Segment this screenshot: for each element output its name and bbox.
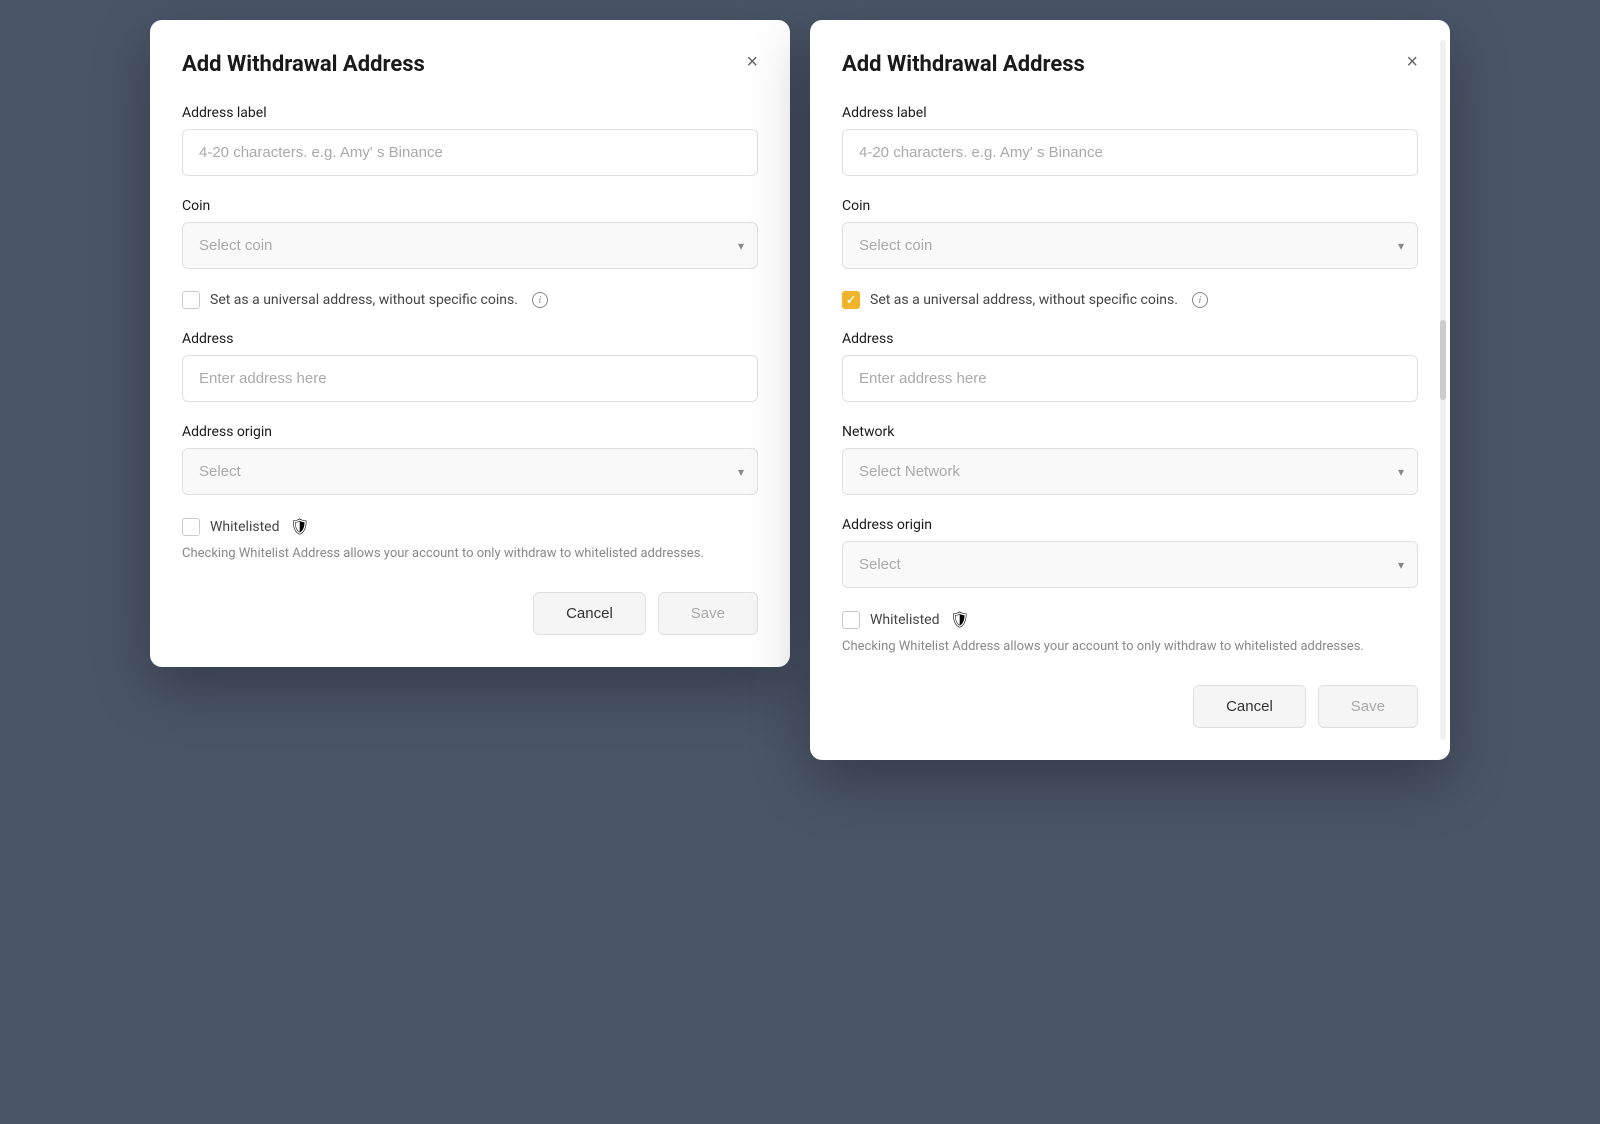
modal-left-footer: Cancel Save [182, 592, 758, 635]
address-origin-label-left: Address origin [182, 424, 758, 440]
coin-group-right: Coin Select coin ▾ [842, 198, 1418, 269]
universal-info-icon-left[interactable]: i [532, 292, 548, 308]
address-origin-select-wrapper-right: Select ▾ [842, 541, 1418, 588]
address-origin-label-right: Address origin [842, 517, 1418, 533]
address-label-field-label-right: Address label [842, 105, 1418, 121]
address-field-label-right: Address [842, 331, 1418, 347]
shield-icon-left: 🛡 [289, 517, 309, 536]
coin-select-wrapper-left: Select coin ▾ [182, 222, 758, 269]
modal-right-footer: Cancel Save [842, 685, 1418, 728]
address-group-right: Address [842, 331, 1418, 402]
coin-select-left[interactable]: Select coin [182, 222, 758, 269]
address-group-left: Address [182, 331, 758, 402]
universal-checkbox-right[interactable] [842, 291, 860, 309]
cancel-button-left[interactable]: Cancel [533, 592, 646, 635]
universal-checkbox-label-right: Set as a universal address, without spec… [870, 292, 1178, 308]
address-label-input-right[interactable] [842, 129, 1418, 176]
whitelist-section-right: Whitelisted 🛡 Checking Whitelist Address… [842, 610, 1418, 657]
address-input-right[interactable] [842, 355, 1418, 402]
address-label-group-right: Address label [842, 105, 1418, 176]
modal-left-title: Add Withdrawal Address [182, 52, 758, 77]
address-label-group-left: Address label [182, 105, 758, 176]
coin-label-right: Coin [842, 198, 1418, 214]
save-button-left[interactable]: Save [658, 592, 758, 635]
save-button-right[interactable]: Save [1318, 685, 1418, 728]
whitelist-checkbox-row-left: Whitelisted 🛡 [182, 517, 758, 536]
shield-icon-right: 🛡 [949, 610, 969, 629]
scrollbar-track-right [1440, 40, 1446, 740]
address-origin-group-left: Address origin Select ▾ [182, 424, 758, 495]
scrollbar-thumb-right [1440, 320, 1446, 400]
modal-right: Add Withdrawal Address × Address label C… [810, 20, 1450, 760]
modal-left-close[interactable]: × [742, 48, 762, 76]
address-input-left[interactable] [182, 355, 758, 402]
whitelist-desc-right: Checking Whitelist Address allows your a… [842, 637, 1418, 657]
modal-right-close[interactable]: × [1402, 48, 1422, 76]
whitelist-checkbox-right[interactable] [842, 611, 860, 629]
whitelist-checkbox-row-right: Whitelisted 🛡 [842, 610, 1418, 629]
whitelist-label-left: Whitelisted [210, 519, 279, 535]
address-field-label-left: Address [182, 331, 758, 347]
coin-label-left: Coin [182, 198, 758, 214]
coin-select-wrapper-right: Select coin ▾ [842, 222, 1418, 269]
cancel-button-right[interactable]: Cancel [1193, 685, 1306, 728]
whitelist-desc-left: Checking Whitelist Address allows your a… [182, 544, 758, 564]
universal-checkbox-left[interactable] [182, 291, 200, 309]
universal-checkbox-label-left: Set as a universal address, without spec… [210, 292, 518, 308]
whitelist-label-right: Whitelisted [870, 612, 939, 628]
universal-checkbox-row-right: Set as a universal address, without spec… [842, 291, 1418, 309]
address-label-input-left[interactable] [182, 129, 758, 176]
network-group-right: Network Select Network ▾ [842, 424, 1418, 495]
modal-left: Add Withdrawal Address × Address label C… [150, 20, 790, 667]
network-select-right[interactable]: Select Network [842, 448, 1418, 495]
whitelist-section-left: Whitelisted 🛡 Checking Whitelist Address… [182, 517, 758, 564]
address-origin-select-left[interactable]: Select [182, 448, 758, 495]
modal-right-title: Add Withdrawal Address [842, 52, 1418, 77]
whitelist-checkbox-left[interactable] [182, 518, 200, 536]
address-label-field-label-left: Address label [182, 105, 758, 121]
address-origin-group-right: Address origin Select ▾ [842, 517, 1418, 588]
network-select-wrapper-right: Select Network ▾ [842, 448, 1418, 495]
address-origin-select-wrapper-left: Select ▾ [182, 448, 758, 495]
network-label-right: Network [842, 424, 1418, 440]
universal-info-icon-right[interactable]: i [1192, 292, 1208, 308]
coin-group-left: Coin Select coin ▾ [182, 198, 758, 269]
address-origin-select-right[interactable]: Select [842, 541, 1418, 588]
universal-checkbox-row-left: Set as a universal address, without spec… [182, 291, 758, 309]
coin-select-right[interactable]: Select coin [842, 222, 1418, 269]
